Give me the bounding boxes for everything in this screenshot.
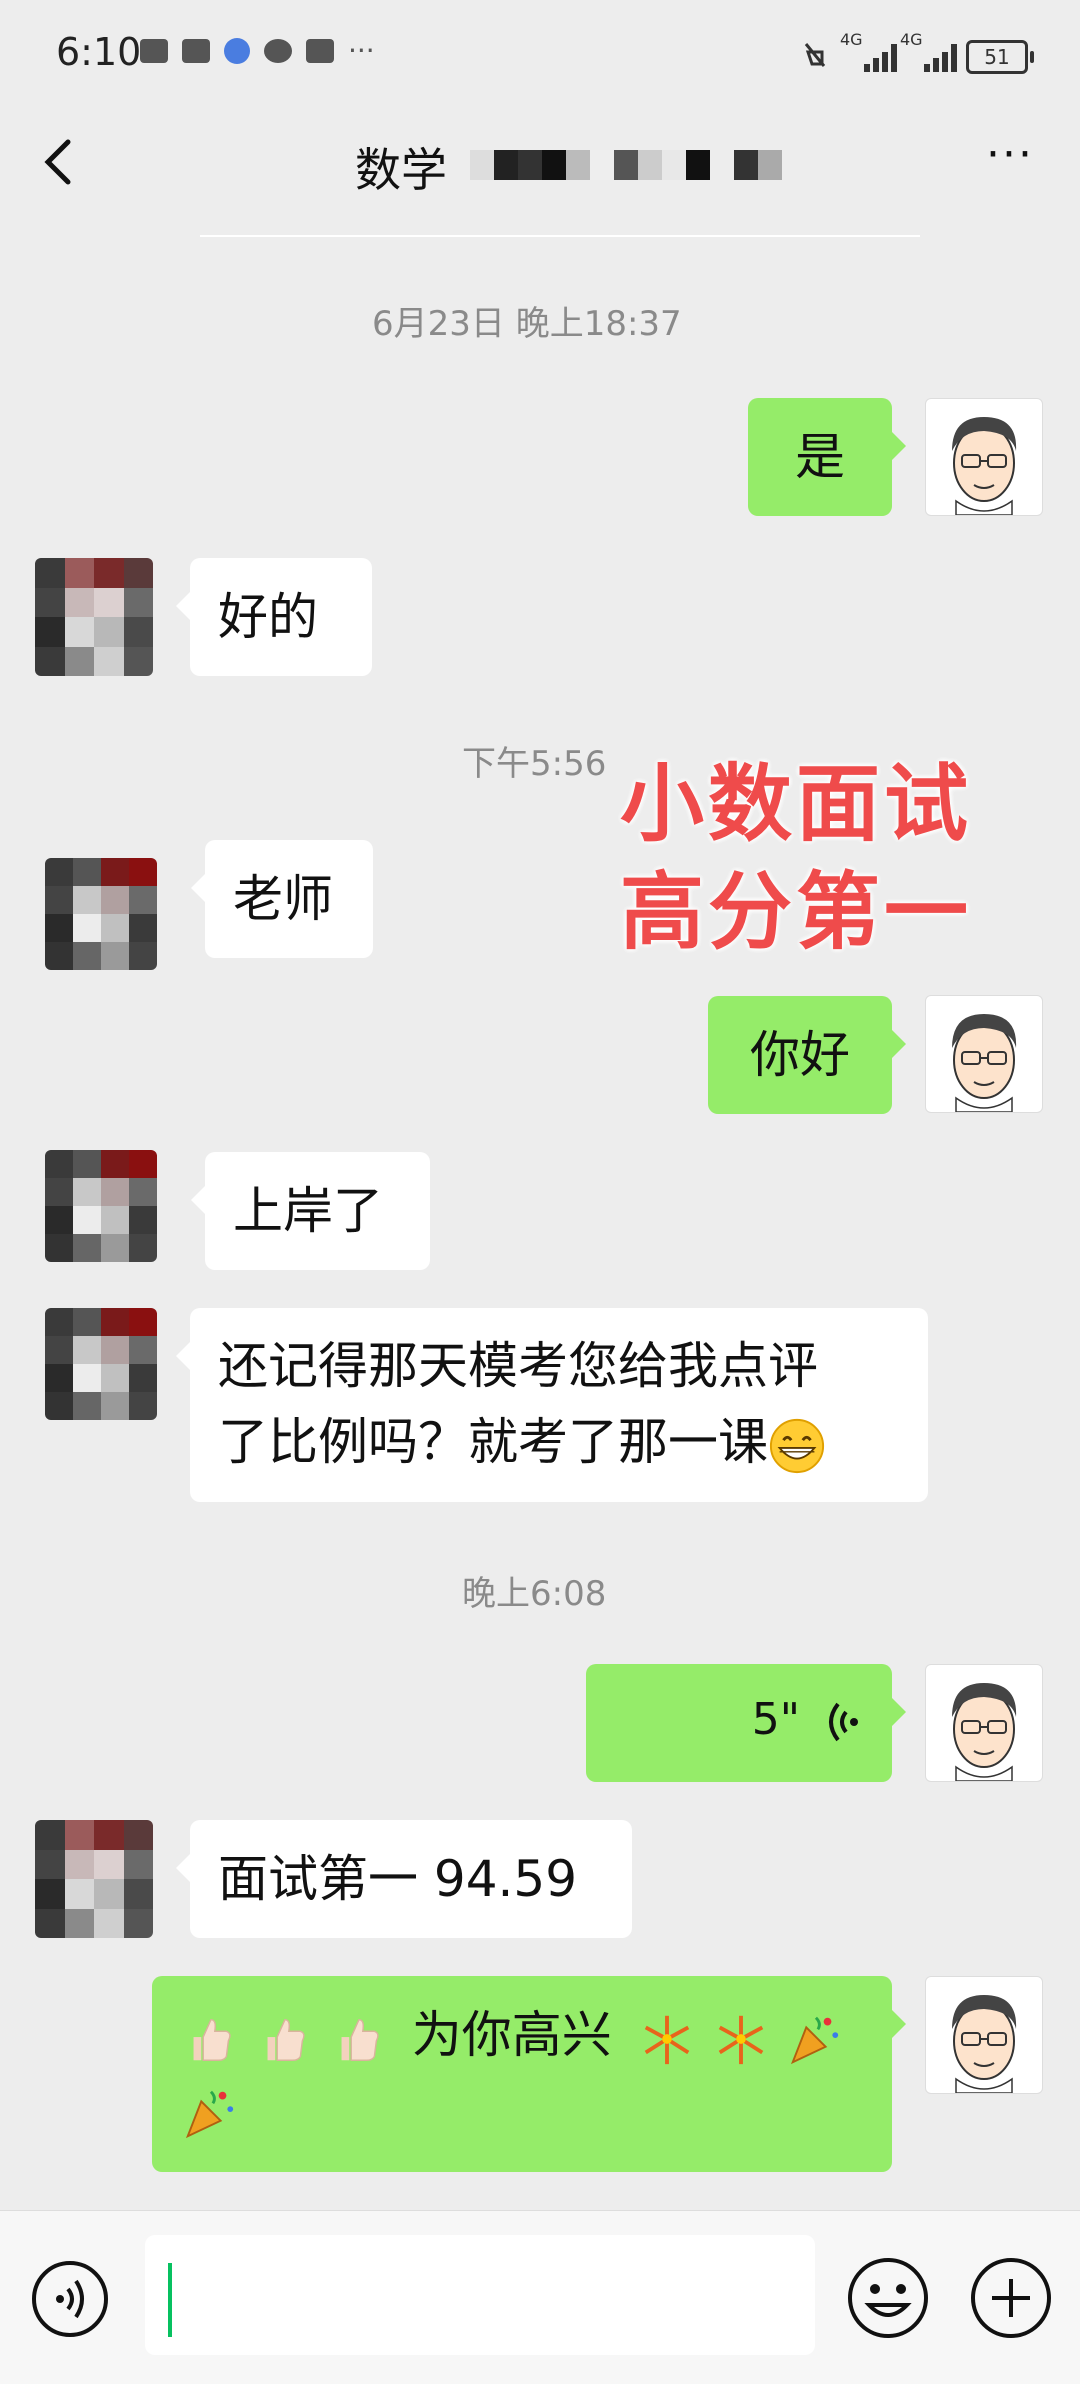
signal-2: 4G — [900, 30, 923, 49]
incoming-message[interactable]: 好的 — [176, 558, 372, 676]
message-input[interactable] — [145, 2235, 815, 2355]
message-line-1: 为你高兴 — [180, 1998, 864, 2072]
signal-bars-2-icon — [924, 40, 957, 72]
voice-wave-icon — [829, 1702, 858, 1742]
message-icon — [264, 39, 292, 63]
party-popper-emoji-icon — [791, 2016, 839, 2064]
message-text-line-1: 还记得那天模考您给我点评 — [218, 1337, 818, 1395]
message-text: 上岸了 — [233, 1182, 383, 1240]
music-icon — [224, 38, 250, 64]
mute-icon — [804, 43, 826, 67]
overlay-line-2: 高分第一 — [620, 863, 973, 961]
message-text-line-2-content: 了比例吗？就考了那一课 — [218, 1413, 768, 1471]
promo-overlay-text: 小数面试 高分第一 — [620, 750, 972, 966]
input-bar — [0, 2210, 1080, 2384]
contact-avatar[interactable] — [45, 858, 157, 970]
voice-input-button[interactable] — [30, 2259, 110, 2339]
alipay-icon — [182, 39, 210, 63]
timestamp: 6月23日 晚上18:37 — [372, 304, 682, 344]
message-text: 为你高兴 — [411, 2006, 612, 2064]
message-text: 老师 — [233, 870, 333, 928]
voice-message[interactable]: 5" — [586, 1664, 906, 1782]
message-text: 面试第一 94.59 — [218, 1850, 578, 1908]
signal-bars-1-icon — [864, 40, 897, 72]
voice-duration: 5" — [751, 1694, 800, 1745]
contact-avatar[interactable] — [45, 1150, 157, 1262]
shield-icon — [306, 39, 334, 63]
more-functions-button[interactable] — [968, 2255, 1054, 2341]
more-options-button[interactable]: ··· — [980, 133, 1040, 180]
party-popper-emoji-icon — [185, 2090, 234, 2138]
incoming-message[interactable]: 上岸了 — [191, 1152, 430, 1270]
incoming-message[interactable]: 还记得那天模考您给我点评 了比例吗？就考了那一课 — [176, 1308, 928, 1502]
status-time: 6:10 — [56, 30, 142, 74]
contact-avatar[interactable] — [45, 1308, 157, 1420]
contact-avatar[interactable] — [35, 1820, 153, 1938]
my-avatar[interactable] — [925, 1976, 1043, 2094]
message-text: 是 — [795, 428, 845, 486]
my-avatar[interactable] — [925, 398, 1043, 516]
status-bar: 6:10 ··· 4G 4G 51 — [0, 0, 1080, 110]
text-cursor — [168, 2263, 172, 2337]
fireworks-emoji-icon — [644, 2015, 689, 2064]
message-text-line-2: 了比例吗？就考了那一课 — [218, 1404, 900, 1480]
message-text: 你好 — [750, 1026, 850, 1084]
network-type-1: 4G — [840, 30, 863, 49]
incoming-message[interactable]: 面试第一 94.59 — [176, 1820, 632, 1938]
thumbs-up-emoji-icon — [267, 2018, 305, 2061]
thumbs-up-emoji-icon — [341, 2018, 379, 2061]
outgoing-message[interactable]: 你好 — [708, 996, 906, 1114]
timestamp: 下午5:56 — [462, 744, 607, 784]
cartoon-face-avatar-icon — [952, 1995, 1017, 2093]
signal-1: 4G — [840, 30, 863, 49]
cartoon-face-avatar-icon — [952, 1014, 1017, 1112]
cartoon-face-avatar-icon — [952, 1683, 1017, 1781]
network-type-2: 4G — [900, 30, 923, 49]
message-text: 好的 — [218, 588, 318, 646]
outgoing-message[interactable]: 为你高兴 — [152, 1976, 906, 2172]
title-redacted-mosaic — [470, 150, 782, 180]
cartoon-face-avatar-icon — [952, 417, 1017, 515]
thumbs-up-emoji-icon — [193, 2018, 231, 2061]
timestamp: 晚上6:08 — [462, 1574, 607, 1614]
fireworks-emoji-icon — [718, 2015, 763, 2064]
contact-avatar[interactable] — [35, 558, 153, 676]
outgoing-message[interactable]: 是 — [748, 398, 906, 516]
back-button[interactable] — [30, 132, 90, 192]
my-avatar[interactable] — [925, 1664, 1043, 1782]
message-line-2 — [180, 2072, 864, 2146]
chat-title: 数学 — [355, 143, 447, 197]
header-divider — [200, 235, 920, 237]
grinning-face-emoji-icon — [769, 1418, 825, 1473]
overlay-line-1: 小数面试 — [620, 755, 973, 853]
notification-icons: ··· — [140, 34, 375, 67]
my-avatar[interactable] — [925, 995, 1043, 1113]
battery-indicator: 51 — [966, 40, 1034, 74]
emoji-button[interactable] — [845, 2255, 931, 2341]
more-notifications-icon: ··· — [348, 34, 375, 67]
chat-header: 数学 ··· — [0, 110, 1080, 237]
incoming-message[interactable]: 老师 — [191, 840, 373, 958]
mail-icon — [140, 39, 168, 63]
